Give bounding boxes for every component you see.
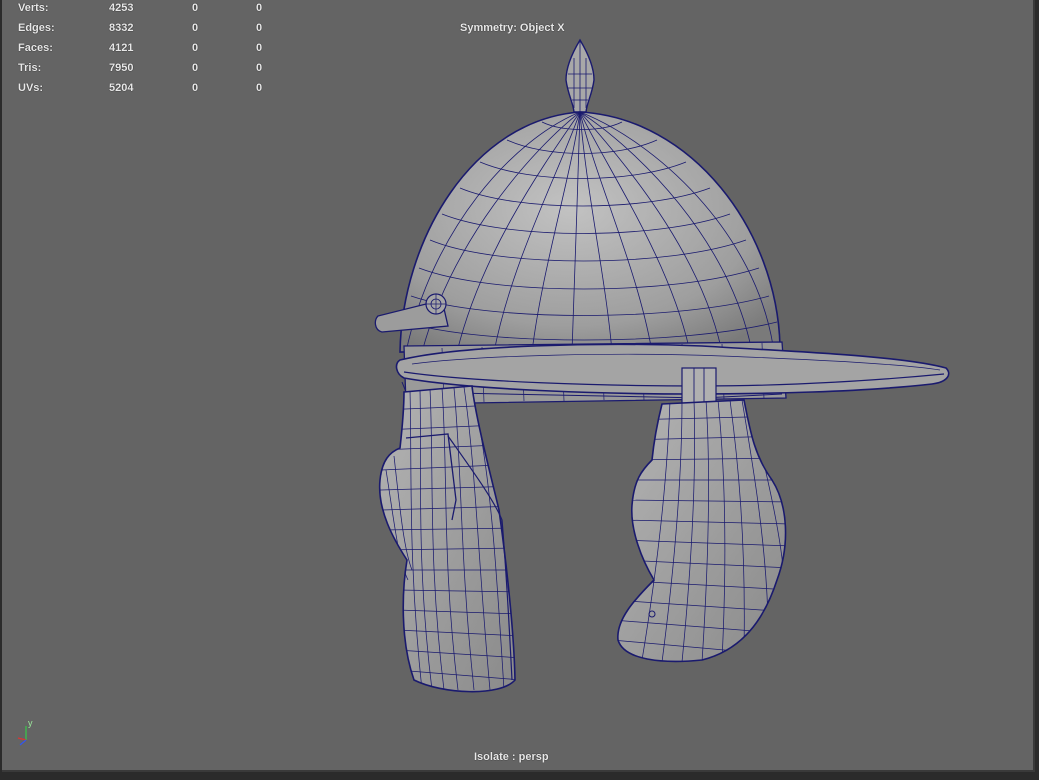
left-cheek-guard — [378, 385, 516, 693]
axis-y-label: y — [28, 718, 33, 728]
helmet-brim — [395, 343, 950, 395]
axis-indicator: y — [17, 718, 33, 746]
perspective-viewport[interactable]: Verts: 4253 0 0 Edges: 8332 0 0 Faces: 4… — [2, 0, 1035, 772]
camera-label: Isolate : persp — [474, 751, 549, 763]
cheek-hinge — [681, 367, 717, 405]
helmet-mesh[interactable] — [2, 0, 1033, 770]
